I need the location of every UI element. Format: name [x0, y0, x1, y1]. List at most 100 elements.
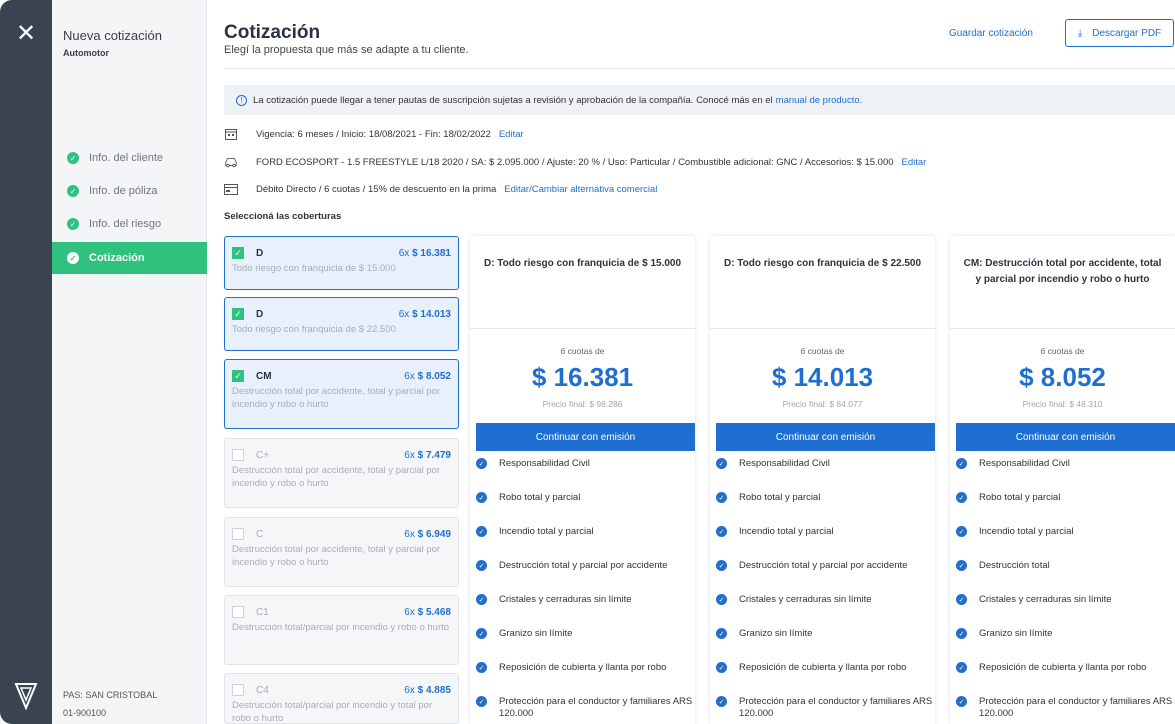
download-icon: ⤓: [1077, 27, 1083, 39]
coverage-option[interactable]: ✓ D 6x $ 14.013 Todo riesgo con franquic…: [224, 297, 459, 351]
checkbox-checked-icon[interactable]: ✓: [232, 308, 244, 320]
feature-label: Responsabilidad Civil: [979, 458, 1070, 469]
step-label: Info. de póliza: [89, 185, 158, 197]
feature-item: ✓ Robo total y parcial: [716, 492, 935, 526]
option-desc: Destrucción total por accidente, total y…: [232, 386, 441, 410]
continue-emission-button[interactable]: Continuar con emisión: [476, 423, 695, 451]
plan-column-1: D: Todo riesgo con franquicia de $ 15.00…: [470, 236, 695, 724]
feature-item: ✓ Protección para el conductor y familiar…: [956, 696, 1175, 724]
feature-label: Responsabilidad Civil: [739, 458, 830, 469]
continue-emission-button[interactable]: Continuar con emisión: [956, 423, 1175, 451]
close-icon[interactable]: ✕: [0, 20, 52, 48]
option-code: C+: [256, 449, 270, 461]
feature-item: ✓ Responsabilidad Civil: [476, 458, 695, 492]
coverage-option[interactable]: ✓ CM 6x $ 8.052 Destrucción total por ac…: [224, 359, 459, 429]
feature-item: ✓ Responsabilidad Civil: [956, 458, 1175, 492]
step-info-riesgo[interactable]: ✓ Info. del riesgo: [52, 208, 207, 240]
check-circle-icon: ✓: [956, 560, 967, 571]
step-info-cliente[interactable]: ✓ Info. del cliente: [52, 142, 207, 174]
plan-features: ✓ Responsabilidad Civil ✓ Robo total y par…: [476, 458, 695, 724]
left-rail: ✕: [0, 0, 52, 724]
check-circle-icon: ✓: [476, 492, 487, 503]
check-circle-icon: ✓: [956, 594, 967, 605]
plan-title: CM: Destrucción total por accidente, tot…: [963, 258, 1162, 285]
step-info-poliza[interactable]: ✓ Info. de póliza: [52, 175, 207, 207]
continue-emission-button[interactable]: Continuar con emisión: [716, 423, 935, 451]
option-desc: Destrucción total/parcial por incendio y…: [232, 700, 433, 724]
check-circle-icon: ✓: [67, 152, 79, 164]
feature-item: ✓ Incendio total y parcial: [476, 526, 695, 560]
check-circle-icon: ✓: [956, 526, 967, 537]
edit-pago-link[interactable]: Editar/Cambiar alternativa comercial: [504, 184, 657, 195]
feature-item: ✓ Cristales y cerraduras sin límite: [956, 594, 1175, 628]
feature-label: Reposición de cubierta y llanta por robo: [739, 662, 907, 673]
option-price-prefix: 6x: [404, 528, 415, 540]
feature-label: Destrucción total y parcial por accident…: [499, 560, 668, 571]
checkbox-empty-icon[interactable]: [232, 606, 244, 618]
check-circle-icon: ✓: [956, 458, 967, 469]
feature-item: ✓ Robo total y parcial: [476, 492, 695, 526]
option-price: 6x $ 5.468: [404, 607, 451, 618]
check-circle-icon: ✓: [67, 185, 79, 197]
plan-amount: $ 16.381: [531, 362, 634, 392]
option-code: C4: [256, 684, 269, 696]
option-price: 6x $ 4.885: [404, 685, 451, 696]
feature-label: Granizo sin límite: [499, 628, 573, 639]
feature-item: ✓ Incendio total y parcial: [956, 526, 1175, 560]
feature-label: Robo total y parcial: [979, 492, 1061, 503]
option-code: C: [256, 528, 264, 540]
info-vehiculo: FORD ECOSPORT - 1.5 FREESTYLE L/18 2020 …: [224, 154, 926, 170]
option-price-prefix: 6x: [404, 449, 415, 461]
feature-item: ✓ Cristales y cerraduras sin límite: [476, 594, 695, 628]
plan-title: D: Todo riesgo con franquicia de $ 15.00…: [483, 258, 682, 269]
header-divider: [224, 68, 1175, 69]
coverage-option[interactable]: C4 6x $ 4.885 Destrucción total/parcial …: [224, 673, 459, 724]
vigencia-text: Vigencia: 6 meses / Inicio: 18/08/2021 -…: [256, 128, 491, 140]
steps-sidebar: Nueva cotización Automotor ✓ Info. del c…: [52, 0, 207, 724]
option-price: 6x $ 6.949: [404, 529, 451, 540]
plan-cuotas: 6 cuotas de: [800, 346, 845, 356]
coverage-option[interactable]: C+ 6x $ 7.479 Destrucción total por acci…: [224, 438, 459, 508]
plan-final-price: Precio final: $ 84.077: [782, 399, 863, 409]
feature-item: ✓ Cristales y cerraduras sin límite: [716, 594, 935, 628]
feature-item: ✓ Incendio total y parcial: [716, 526, 935, 560]
option-price-prefix: 6x: [404, 606, 415, 618]
page-subtitle: Elegí la propuesta que más se adapte a t…: [224, 44, 469, 56]
step-label: Info. del cliente: [89, 152, 163, 164]
feature-label: Cristales y cerraduras sin límite: [739, 594, 872, 605]
plan-divider: [950, 328, 1175, 329]
check-circle-icon: ✓: [716, 560, 727, 571]
plan-final-price: Precio final: $ 98.286: [542, 399, 623, 409]
checkbox-empty-icon[interactable]: [232, 684, 244, 696]
checkbox-empty-icon[interactable]: [232, 449, 244, 461]
feature-label: Incendio total y parcial: [499, 526, 594, 537]
option-price-prefix: 6x: [404, 370, 415, 382]
calendar-icon: [224, 128, 238, 140]
feature-item: ✓ Granizo sin límite: [716, 628, 935, 662]
product-manual-link[interactable]: manual de producto.: [776, 95, 863, 106]
checkbox-checked-icon[interactable]: ✓: [232, 247, 244, 259]
feature-item: ✓ Reposición de cubierta y llanta por rob…: [956, 662, 1175, 696]
feature-label: Responsabilidad Civil: [499, 458, 590, 469]
feature-item: ✓ Granizo sin límite: [476, 628, 695, 662]
pas-code: 01-900100: [63, 708, 107, 718]
feature-label: Cristales y cerraduras sin límite: [499, 594, 632, 605]
checkbox-empty-icon[interactable]: [232, 528, 244, 540]
checkbox-checked-icon[interactable]: ✓: [232, 370, 244, 382]
edit-vehiculo-link[interactable]: Editar: [902, 157, 927, 168]
option-code: D: [256, 247, 264, 259]
feature-label: Protección para el conductor y familiare…: [739, 696, 933, 719]
car-icon: [224, 156, 238, 168]
download-pdf-button[interactable]: ⤓ Descargar PDF: [1065, 19, 1174, 47]
option-price: 6x $ 7.479: [404, 450, 451, 461]
step-cotizacion[interactable]: ✓ Cotización: [52, 242, 207, 274]
coverage-option[interactable]: C1 6x $ 5.468 Destrucción total/parcial …: [224, 595, 459, 665]
coverage-option[interactable]: ✓ D 6x $ 16.381 Todo riesgo con franquic…: [224, 236, 459, 290]
edit-vigencia-link[interactable]: Editar: [499, 129, 524, 140]
coverage-option[interactable]: C 6x $ 6.949 Destrucción total por accid…: [224, 517, 459, 587]
save-quote-link[interactable]: Guardar cotización: [949, 28, 1033, 39]
feature-item: ✓ Destrucción total y parcial por acciden…: [476, 560, 695, 594]
option-price-prefix: 6x: [398, 308, 410, 320]
check-circle-icon: ✓: [476, 594, 487, 605]
check-circle-icon: ✓: [476, 628, 487, 639]
